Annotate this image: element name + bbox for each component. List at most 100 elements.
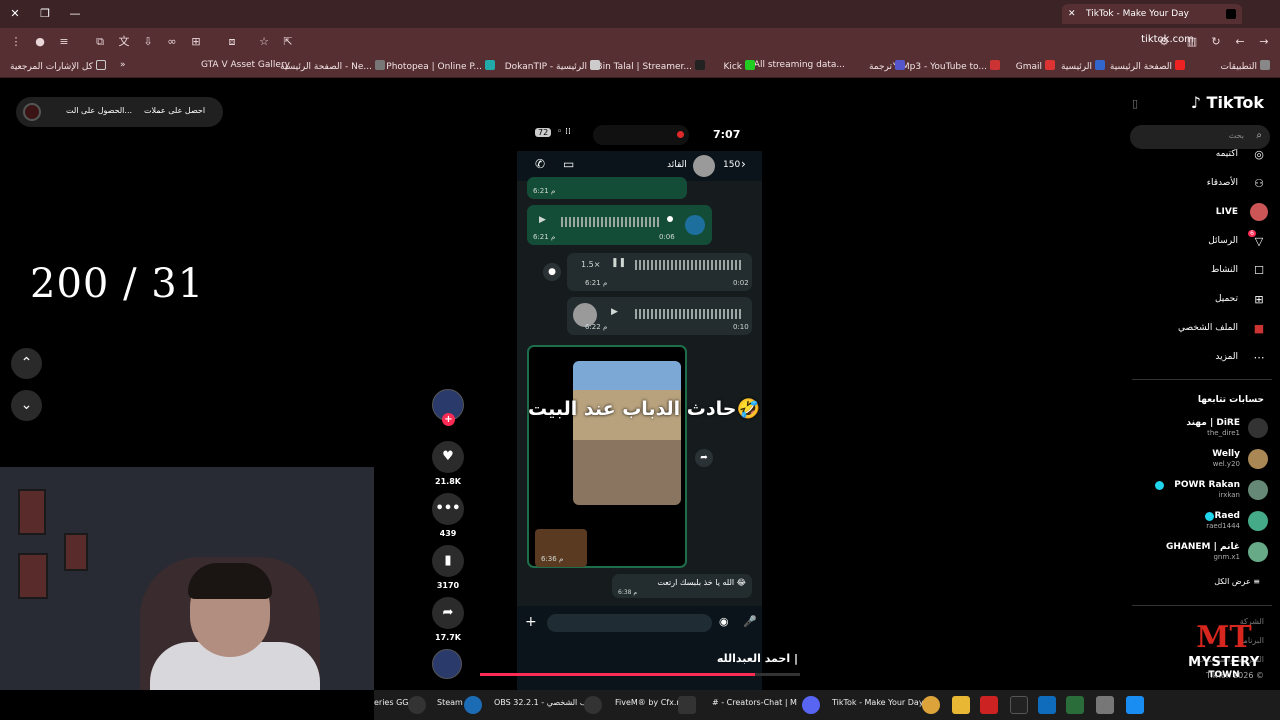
menu-dots-icon[interactable]: ⋮ [8, 34, 24, 50]
like-button[interactable]: ♥ 21.8K [432, 441, 464, 486]
windows-start-icon[interactable] [1126, 696, 1144, 714]
close-window-button[interactable]: ✕ [0, 0, 30, 28]
bookmark-item[interactable]: كل الإشارات المرجعية [10, 60, 106, 72]
steam-icon[interactable] [464, 696, 482, 714]
profile-icon: ■ [1253, 322, 1265, 335]
waveform [635, 309, 743, 319]
dynamic-island [593, 125, 689, 145]
video-progress-bar[interactable] [480, 673, 800, 676]
mic-icon: 🎤 [743, 615, 757, 628]
chrome-icon[interactable] [922, 696, 940, 714]
sidebar-icon[interactable]: ▥ [1184, 34, 1200, 50]
bookmark-item[interactable]: Kick [723, 60, 755, 72]
bookmark-item[interactable]: All streaming data... [754, 60, 845, 70]
play-icon: ▶ [611, 307, 618, 317]
settings-icon[interactable] [408, 696, 426, 714]
sender-avatar [685, 215, 705, 235]
app-icon[interactable] [980, 696, 998, 714]
file-explorer-icon[interactable] [952, 696, 970, 714]
restore-window-button[interactable]: ❐ [30, 0, 60, 28]
extension-icon[interactable]: ⊞ [188, 34, 204, 50]
signal-icon: ◦ ⁞⁞ [557, 127, 571, 137]
bookmark-item[interactable]: Bin Talal | Streamer... [596, 60, 705, 72]
reload-icon[interactable]: ↻ [1208, 34, 1224, 50]
bookmark-item[interactable]: الرئيسية [1061, 60, 1105, 72]
windows-taskbar: eries GG Steam OBS 32.2.1 - الملف الشخصي… [374, 690, 1280, 720]
bookmark-item[interactable]: التطبيقات [1220, 60, 1270, 72]
bookmark-item[interactable]: Photopea | Online P... [386, 60, 495, 72]
video-call-icon: ▭ [563, 157, 575, 171]
extension-record-icon[interactable]: ● [32, 34, 48, 50]
mic-icon: ● [543, 263, 561, 281]
waveform [635, 260, 743, 270]
share-button[interactable]: ➦ 17.7K [432, 597, 464, 642]
translate-icon[interactable]: 文 [116, 34, 132, 50]
see-all-link[interactable]: عرض الكل ≡ [1214, 577, 1260, 586]
more-icon: ⋯ [1253, 351, 1265, 364]
bookmark-item[interactable]: Gmail [1016, 60, 1055, 72]
bookmark-item[interactable]: DokanTIP - الرئيسية [505, 60, 600, 72]
forward-icon[interactable]: ← [1232, 34, 1248, 50]
pill-label-1: احصل على عملات [144, 106, 206, 115]
site-settings-icon[interactable]: ⚙ [1156, 34, 1172, 50]
coins-pill[interactable]: الحصول على الت... احصل على عملات [16, 97, 223, 127]
discord-icon[interactable] [802, 696, 820, 714]
fivem-icon[interactable] [678, 696, 696, 714]
bookmark-item[interactable]: الصفحة الرئيسية - Ne... [280, 60, 385, 72]
back-icon[interactable]: → [1256, 34, 1272, 50]
bookmarks-overflow-icon[interactable]: » [120, 60, 126, 70]
following-account[interactable]: Raed raed1444 [1118, 509, 1268, 535]
address-bar-row: ⋮ ● ≡ ⧉ 文 ⇩ ∞ ⊞ ⧈ ☆ ⇱ tiktok.com ⚙ ▥ ↻ ←… [0, 28, 1280, 56]
puzzle-icon[interactable]: ⧈ [224, 34, 240, 50]
search-input[interactable]: بحث ⌕ [1130, 125, 1270, 149]
star-icon[interactable]: ☆ [256, 34, 272, 50]
collapse-sidebar-icon[interactable]: ▯ [1132, 97, 1138, 110]
store-icon[interactable] [1066, 696, 1084, 714]
music-disc[interactable] [432, 649, 464, 679]
taskbar-item[interactable]: TikTok - Make Your Day [832, 698, 924, 707]
recording-dot-icon [677, 131, 684, 138]
following-account[interactable]: Welly wel.y20 [1118, 447, 1268, 473]
taskbar-item[interactable]: Steam [437, 698, 463, 707]
divider [1132, 605, 1272, 606]
minimize-window-button[interactable]: — [60, 0, 90, 28]
taskbar-item[interactable]: # - Creators-Chat | M [712, 698, 797, 707]
tiktok-logo[interactable]: ♪ TikTok [1191, 93, 1264, 112]
text-message: الله يا خذ بلبسك ارتعت 😂 6:38 م [612, 574, 752, 598]
apps-icon [1260, 60, 1270, 70]
upload-icon: ⊞ [1254, 293, 1264, 306]
install-icon[interactable]: ⇱ [280, 34, 296, 50]
next-video-button[interactable]: ⌄ [11, 390, 42, 421]
bookmark-item[interactable]: GTA V Asset Gallery [201, 60, 290, 70]
task-view-icon[interactable] [1096, 696, 1114, 714]
epic-games-icon[interactable] [1010, 696, 1028, 714]
verified-icon [1205, 512, 1214, 521]
extension-icon[interactable]: ⧉ [92, 34, 108, 50]
bookmark-item[interactable]: ترجمة [869, 60, 905, 72]
save-button[interactable]: ▮ 3170 [432, 545, 464, 590]
pause-icon: ❚❚ [611, 258, 627, 268]
video-caption[interactable]: احمد العبدالله | [680, 652, 798, 665]
extension-icon[interactable]: ≡ [56, 34, 72, 50]
creator-avatar[interactable]: + [432, 389, 464, 426]
comment-button[interactable]: ••• 439 [432, 493, 464, 538]
site-icon [1095, 60, 1105, 70]
taskbar-item[interactable]: eries GG [374, 698, 408, 707]
following-account[interactable]: GHANEM | غانم gnm.x1 [1118, 540, 1268, 566]
following-account[interactable]: مهند | DiRE the_dire1 [1118, 416, 1268, 442]
following-account[interactable]: POWR Rakan irxkan [1118, 478, 1268, 504]
link-icon[interactable]: ∞ [164, 34, 180, 50]
bookmark-item[interactable]: الصفحة الرئيسية [1110, 60, 1185, 72]
message-bubble: 6:21 م [527, 177, 687, 199]
taskbar-item[interactable]: FiveM® by Cfx.re [615, 698, 684, 707]
bookmark-item[interactable]: YtMp3 - YouTube to... [893, 60, 1000, 72]
voice-message-in: ▶ 0:10 6:22 م [567, 297, 752, 335]
tab-close-icon[interactable]: ✕ [1068, 4, 1076, 24]
download-icon[interactable]: ⇩ [140, 34, 156, 50]
follow-plus-icon[interactable]: + [442, 413, 455, 426]
tab-tiktok[interactable]: ✕ TikTok - Make Your Day [1062, 4, 1242, 24]
previous-video-button[interactable]: ⌃ [11, 348, 42, 379]
obs-icon[interactable] [584, 696, 602, 714]
site-icon [590, 60, 600, 70]
outlook-icon[interactable] [1038, 696, 1056, 714]
